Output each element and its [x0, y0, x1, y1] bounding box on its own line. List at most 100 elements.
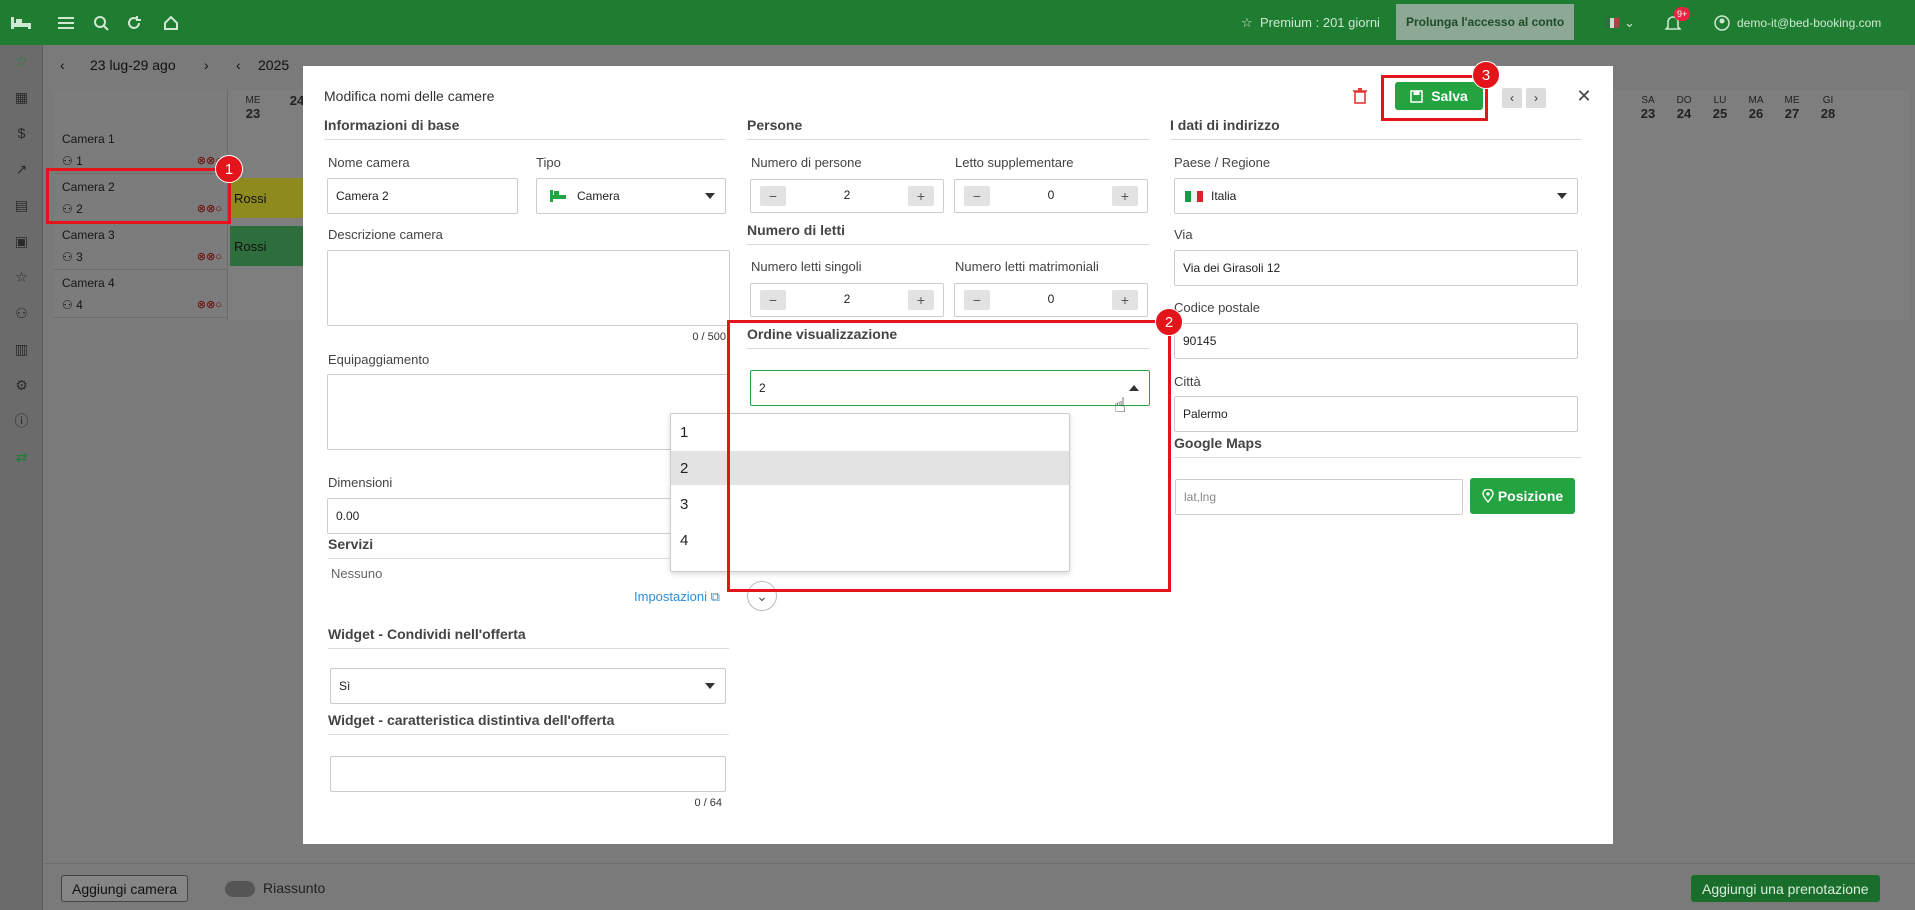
plus-icon[interactable]: +	[908, 290, 934, 310]
sidebar-settings-icon[interactable]: ⚙	[0, 374, 43, 396]
room-row[interactable]: Camera 4 ⚇ 4 ⊗⊗○	[54, 270, 228, 318]
widget-feature-input[interactable]	[330, 756, 726, 792]
year-label: 2025	[258, 57, 290, 73]
home-icon[interactable]	[163, 0, 179, 45]
sidebar-building-icon[interactable]: ▥	[0, 338, 43, 360]
delete-trash-icon[interactable]	[1350, 85, 1370, 107]
hamburger-menu-icon[interactable]	[58, 0, 74, 45]
room-row[interactable]: Camera 1 ⚇ 1 ⊗⊗○	[54, 126, 228, 174]
date-range: 23 lug-29 ago	[90, 57, 176, 73]
sidebar-document-icon[interactable]: ▤	[0, 194, 43, 216]
sidebar-dollar-icon[interactable]: $	[0, 122, 43, 144]
widget-feature-heading: Widget - caratteristica distintiva dell'…	[328, 712, 729, 735]
highlight-save-button	[1381, 75, 1488, 121]
position-button[interactable]: Posizione	[1470, 478, 1575, 514]
room-name: Camera 3	[62, 228, 115, 242]
prev-range-icon[interactable]: ‹	[60, 57, 65, 73]
language-flag-icon[interactable]	[1605, 0, 1619, 45]
add-booking-button[interactable]: Aggiungi una prenotazione	[1691, 875, 1880, 902]
italy-flag-icon	[1185, 190, 1203, 202]
type-select[interactable]: Camera	[536, 178, 726, 214]
beds-heading: Numero di letti	[747, 222, 1150, 245]
persons-count-stepper[interactable]: − 2 +	[750, 179, 944, 213]
close-icon[interactable]: ✕	[1574, 86, 1594, 106]
summary-toggle[interactable]	[225, 881, 255, 897]
highlight-room-2	[46, 168, 231, 224]
search-icon[interactable]	[93, 0, 109, 45]
zip-label: Codice postale	[1174, 300, 1260, 315]
description-textarea[interactable]	[327, 250, 730, 326]
country-select[interactable]: Italia	[1174, 178, 1578, 214]
chevron-down-icon[interactable]: ⌄	[1624, 0, 1635, 45]
single-beds-stepper[interactable]: − 2 +	[750, 283, 944, 317]
widget-feature-counter: 0 / 64	[694, 797, 722, 809]
sidebar-add-user-icon[interactable]: ⚇	[0, 302, 43, 324]
chevron-down-icon	[1557, 193, 1567, 199]
annotation-badge-3: 3	[1472, 61, 1500, 89]
star-icon: ☆	[1241, 14, 1253, 30]
country-label: Paese / Regione	[1174, 155, 1271, 170]
external-link-icon: ⧉	[710, 589, 720, 604]
extra-bed-label: Letto supplementare	[955, 155, 1074, 170]
prev-year-icon[interactable]: ‹	[236, 57, 241, 73]
chevron-down-icon	[705, 683, 715, 689]
room-name: Camera 1	[62, 132, 115, 146]
sidebar-calendar-icon[interactable]: ▦	[0, 86, 43, 108]
bottom-bar: Aggiungi camera Riassunto Aggiungi una p…	[44, 863, 1915, 910]
sidebar-chart-icon[interactable]: ↗	[0, 158, 43, 180]
latlng-input[interactable]: lat,lng	[1175, 479, 1463, 515]
next-range-icon[interactable]: ›	[204, 57, 209, 73]
plus-icon[interactable]: +	[1112, 186, 1138, 206]
annotation-badge-1: 1	[215, 155, 243, 183]
widget-share-select[interactable]: Sì	[330, 668, 726, 704]
day-header: GI 28	[1820, 95, 1836, 121]
description-label: Descrizione camera	[328, 227, 443, 242]
location-pin-icon	[1482, 489, 1494, 503]
type-label: Tipo	[536, 155, 561, 170]
country-value: Italia	[1211, 189, 1237, 203]
settings-link[interactable]: Impostazioni ⧉	[634, 589, 720, 605]
double-beds-label: Numero letti matrimoniali	[955, 259, 1099, 274]
booking-bar[interactable]: Rossi	[230, 178, 303, 218]
user-icon[interactable]	[1714, 0, 1730, 45]
user-email[interactable]: demo-it@bed-booking.com	[1737, 0, 1881, 45]
services-heading: Servizi	[328, 536, 729, 559]
plus-icon[interactable]: +	[908, 186, 934, 206]
extra-bed-stepper[interactable]: − 0 +	[954, 179, 1148, 213]
highlight-display-order	[727, 320, 1171, 592]
premium-label: Premium : 201 giorni	[1260, 15, 1380, 30]
city-label: Città	[1174, 374, 1201, 389]
persons-heading: Persone	[747, 117, 1150, 140]
prev-room-chevron-icon[interactable]: ‹	[1502, 88, 1522, 108]
bed-icon	[550, 190, 566, 202]
basic-info-heading: Informazioni di base	[324, 117, 725, 140]
booking-bar[interactable]: Rossi	[230, 226, 303, 266]
extend-access-button[interactable]: Prolunga l'accesso al conto	[1396, 4, 1575, 40]
street-input[interactable]: Via dei Girasoli 12	[1174, 250, 1578, 286]
city-input[interactable]: Palermo	[1174, 396, 1578, 432]
room-name-input[interactable]: Camera 2	[327, 178, 518, 214]
sidebar-grid-icon[interactable]: ▣	[0, 230, 43, 252]
summary-label: Riassunto	[263, 880, 326, 896]
sidebar-sync-icon[interactable]: ⇄	[0, 446, 43, 468]
next-room-chevron-icon[interactable]: ›	[1526, 88, 1546, 108]
address-heading: I dati di indirizzo	[1170, 117, 1582, 140]
room-persons: ⚇ 4	[62, 298, 83, 312]
sidebar-star-icon[interactable]: ☆	[0, 50, 43, 72]
plus-icon[interactable]: +	[1112, 290, 1138, 310]
room-persons: ⚇ 3	[62, 250, 83, 264]
room-persons: ⚇ 1	[62, 154, 83, 168]
double-beds-stepper[interactable]: − 0 +	[954, 283, 1148, 317]
sidebar-info-icon[interactable]: ⓘ	[0, 410, 43, 432]
add-room-button[interactable]: Aggiungi camera	[61, 875, 189, 902]
position-label: Posizione	[1497, 488, 1564, 504]
persons-count-label: Numero di persone	[751, 155, 862, 170]
left-sidebar: ☆ ▦ $ ↗ ▤ ▣ ☆ ⚇ ▥ ⚙ ⓘ ⇄	[0, 45, 43, 910]
street-label: Via	[1174, 227, 1193, 242]
refresh-icon[interactable]	[126, 0, 142, 45]
widget-share-heading: Widget - Condividi nell'offerta	[328, 626, 729, 649]
sidebar-favorite-icon[interactable]: ☆	[0, 266, 43, 288]
zip-input[interactable]: 90145	[1174, 323, 1578, 359]
room-row[interactable]: Camera 3 ⚇ 3 ⊗⊗○	[54, 222, 228, 270]
bed-logo-icon[interactable]	[10, 0, 32, 45]
